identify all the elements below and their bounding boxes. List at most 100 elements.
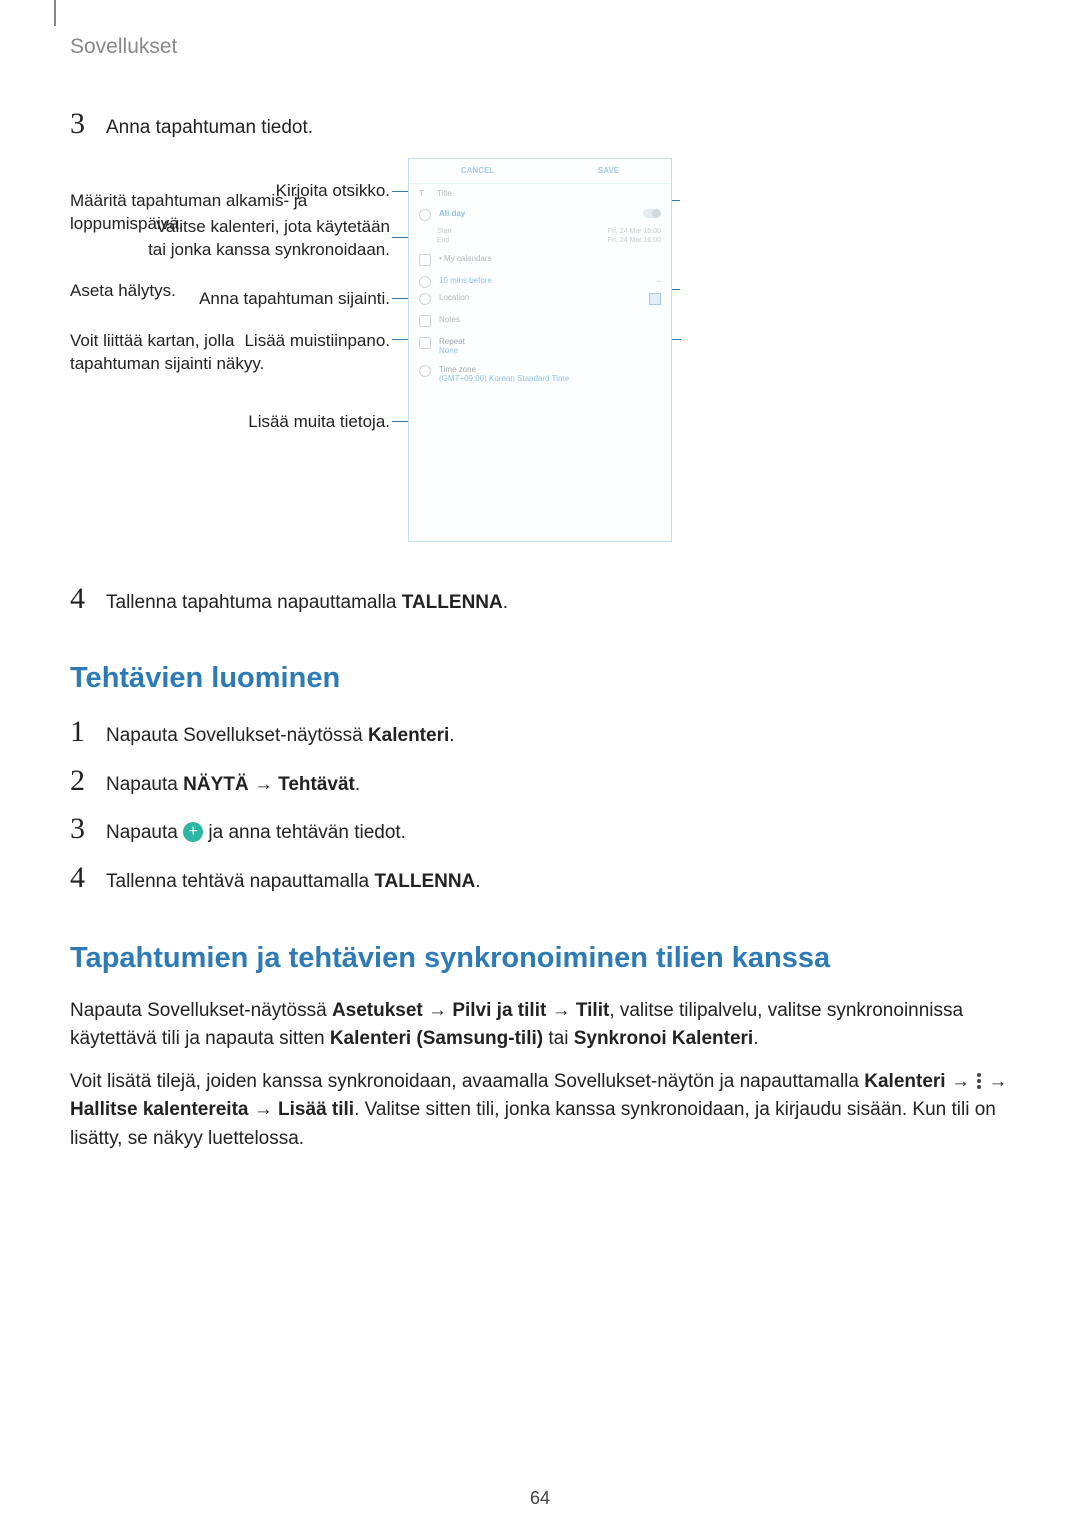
phone-repeat-val: None <box>439 346 661 355</box>
t: . <box>449 725 454 746</box>
tasks-step-2: 2 Napauta NÄYTÄ → Tehtävät. <box>70 766 1010 799</box>
callout-dates: Määritä tapahtuman alkamis- ja loppumisp… <box>70 190 390 236</box>
pin-icon <box>419 293 431 305</box>
phone-location-row: Location <box>409 293 671 310</box>
step-number: 4 <box>70 584 106 614</box>
step-number: 4 <box>70 863 106 893</box>
step-number: 1 <box>70 717 106 747</box>
t: NÄYTÄ <box>183 774 248 795</box>
section-sync-title: Tapahtumien ja tehtävien synkronoiminen … <box>70 942 1010 975</box>
phone-header: CANCEL SAVE <box>409 159 671 184</box>
step-text: Tallenna tapahtuma napauttamalla TALLENN… <box>106 584 508 617</box>
phone-allday: All day <box>439 209 643 218</box>
phone-end: End <box>437 237 449 244</box>
callout-alarm: Aseta hälytys. <box>70 280 390 303</box>
t: Lisää tili <box>278 1099 354 1120</box>
title-icon: T <box>419 189 429 199</box>
t: Kalenteri (Samsung-tili) <box>330 1028 543 1049</box>
callout-more: Lisää muita tietoja. <box>70 411 390 434</box>
step-text: Anna tapahtuman tiedot. <box>106 109 313 142</box>
callout-map: Voit liittää kartan, jolla tapahtuman si… <box>70 330 390 376</box>
phone-calendar-row: • My calendars <box>409 249 671 271</box>
phone-notes: Notes <box>439 315 661 324</box>
repeat-icon <box>419 337 431 349</box>
bell-icon <box>419 276 431 288</box>
t: Kalenteri <box>368 725 449 746</box>
event-form-diagram: Kirjoita otsikko. Valitse kalenteri, jot… <box>70 158 1010 546</box>
step-number: 3 <box>70 814 106 844</box>
phone-start-val: Fri, 24 Mar 15:00 <box>608 228 661 235</box>
phone-title-row: T Title <box>409 184 671 204</box>
t: Tallenna tehtävä napauttamalla <box>106 871 374 892</box>
menu-icon <box>977 1071 981 1090</box>
step-text: Napauta + ja anna tehtävän tiedot. <box>106 814 406 847</box>
t: tai <box>543 1028 574 1049</box>
notes-icon <box>419 315 431 327</box>
t: . <box>355 774 360 795</box>
phone-repeat-row: Repeat None <box>409 332 671 360</box>
phone-location: Location <box>439 293 649 302</box>
section-header: Sovellukset <box>70 35 1010 59</box>
phone-timezone: Time zone <box>439 365 661 374</box>
step-text: Tallenna tehtävä napauttamalla TALLENNA. <box>106 863 481 896</box>
step-text: Napauta Sovellukset-näytössä Kalenteri. <box>106 717 455 750</box>
callout-map-l1: Voit liittää kartan, jolla <box>70 331 234 350</box>
page: Sovellukset 3 Anna tapahtuman tiedot. Ki… <box>0 0 1080 1153</box>
t: Voit lisätä tilejä, joiden kanssa synkro… <box>70 1071 864 1092</box>
phone-start: Start <box>437 228 452 235</box>
plus-icon: + <box>183 822 203 842</box>
allday-toggle <box>643 209 661 218</box>
step-4: 4 Tallenna tapahtuma napauttamalla TALLE… <box>70 584 1010 617</box>
t: Napauta <box>106 822 183 843</box>
t: → <box>423 1000 453 1021</box>
t: Tallenna tapahtuma napauttamalla <box>106 592 402 613</box>
t: Napauta <box>106 774 183 795</box>
phone-allday-row: All day <box>409 204 671 226</box>
phone-timezone-row: Time zone (GMT+09:00) Korean Standard Ti… <box>409 360 671 388</box>
callout-calendar-l2: tai jonka kanssa synkronoidaan. <box>148 240 390 259</box>
phone-end-val: Fri, 24 Mar 16:00 <box>608 237 661 244</box>
phone-repeat: Repeat <box>439 337 661 346</box>
t: Pilvi ja tilit <box>452 1000 546 1021</box>
t: Napauta Sovellukset-näytössä <box>106 725 368 746</box>
t: . <box>503 592 508 613</box>
map-icon <box>649 293 661 305</box>
t: Hallitse kalentereita <box>70 1099 248 1120</box>
page-number: 64 <box>0 1488 1080 1509</box>
t: TALLENNA <box>374 871 475 892</box>
globe-icon <box>419 365 431 377</box>
t: TALLENNA <box>402 592 503 613</box>
t: Tilit <box>576 1000 609 1021</box>
t: . <box>753 1028 758 1049</box>
t: Asetukset <box>332 1000 423 1021</box>
callout-dates-l1: Määritä tapahtuman alkamis- ja <box>70 191 307 210</box>
phone-start-row: Start Fri, 24 Mar 15:00 End Fri, 24 Mar … <box>409 226 671 249</box>
t: → <box>248 1099 278 1120</box>
t: Napauta Sovellukset-näytössä <box>70 1000 332 1021</box>
calendar-icon <box>419 254 431 266</box>
phone-notes-row: Notes <box>409 310 671 332</box>
clock-icon <box>419 209 431 221</box>
phone-reminder-row: 10 mins before − <box>409 271 671 293</box>
t: . <box>475 871 480 892</box>
phone-tz-val: (GMT+09:00) Korean Standard Time <box>439 374 661 383</box>
remove-icon: − <box>656 276 661 286</box>
phone-reminder: 10 mins before <box>439 276 656 285</box>
sync-para-1: Napauta Sovellukset-näytössä Asetukset →… <box>70 997 1010 1054</box>
line <box>392 421 408 422</box>
callout-map-l2: tapahtuman sijainti näkyy. <box>70 354 264 373</box>
tasks-step-4: 4 Tallenna tehtävä napauttamalla TALLENN… <box>70 863 1010 896</box>
tasks-step-3: 3 Napauta + ja anna tehtävän tiedot. <box>70 814 1010 847</box>
t: → <box>546 1000 576 1021</box>
step-3: 3 Anna tapahtuman tiedot. <box>70 109 1010 142</box>
t: → <box>249 774 279 795</box>
section-tasks-title: Tehtävien luominen <box>70 662 1010 695</box>
t: Kalenteri <box>864 1071 945 1092</box>
phone-mock: CANCEL SAVE T Title All day Start Fri, 2… <box>408 158 672 542</box>
t: → <box>983 1071 1007 1092</box>
phone-title: Title <box>437 189 661 198</box>
blank-icon <box>419 226 429 236</box>
t: → <box>946 1071 976 1092</box>
t: ja anna tehtävän tiedot. <box>203 822 406 843</box>
tasks-step-1: 1 Napauta Sovellukset-näytössä Kalenteri… <box>70 717 1010 750</box>
